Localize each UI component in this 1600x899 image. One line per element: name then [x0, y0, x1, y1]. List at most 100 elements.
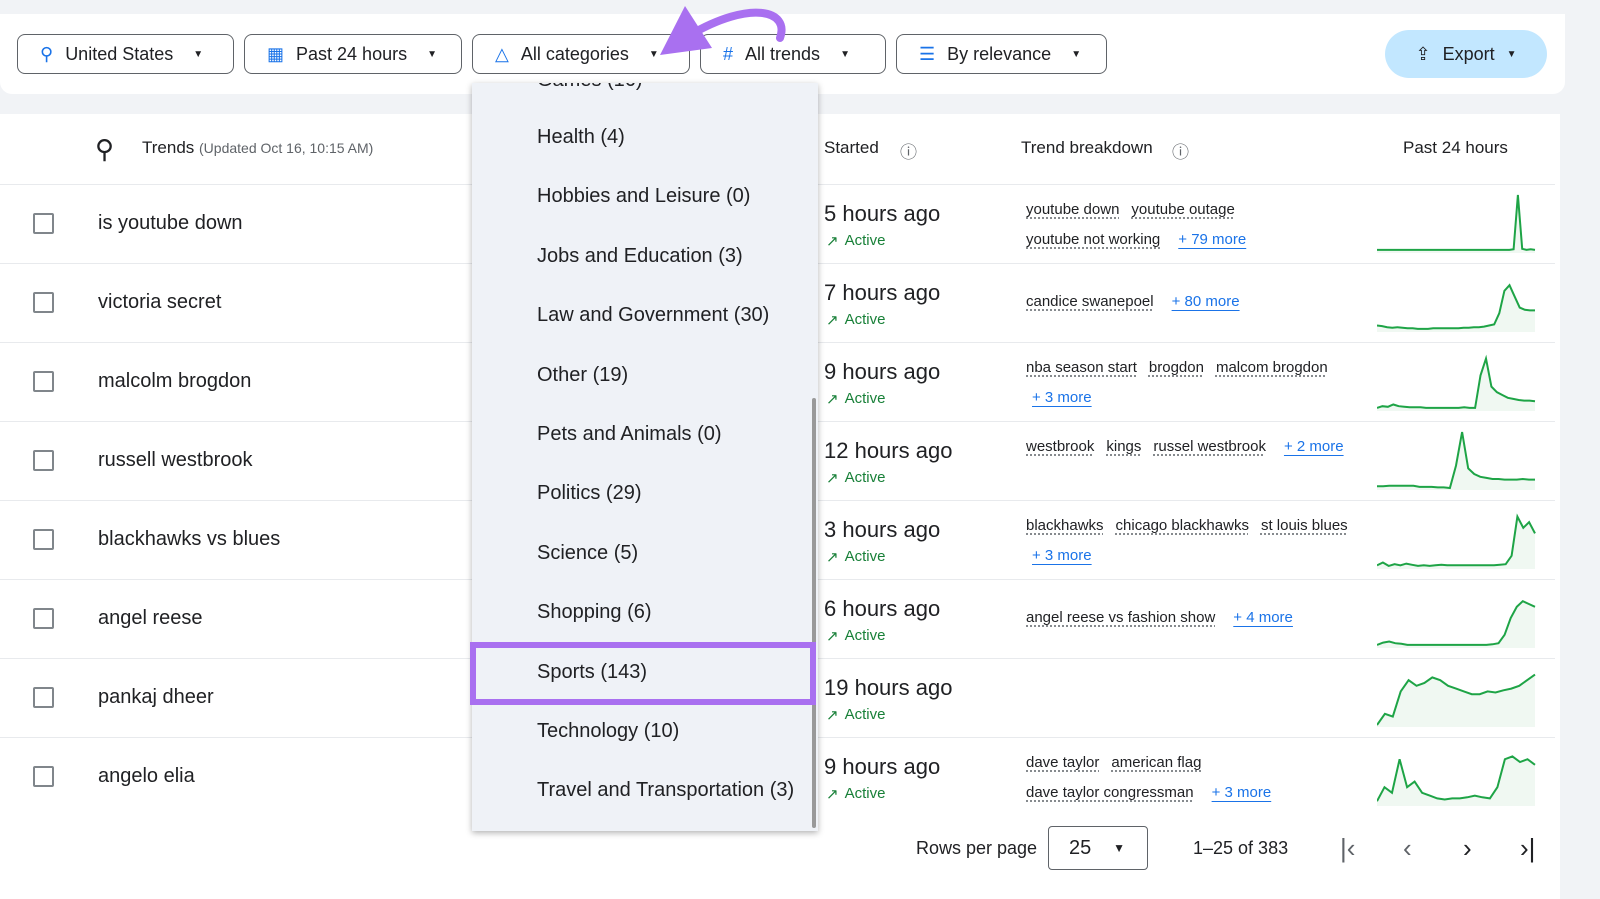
menu-item[interactable]: Law and Government (30) [537, 304, 769, 327]
first-page-icon[interactable]: |‹ [1340, 833, 1355, 864]
trend-name[interactable]: victoria secret [98, 291, 221, 314]
breakdown-chip[interactable]: blackhawks [1026, 511, 1104, 541]
breakdown-chip[interactable]: youtube not working [1026, 225, 1160, 255]
category-dropdown: Games (16) Health (4) Hobbies and Leisure… [472, 83, 818, 831]
breakdown-chip[interactable]: american flag [1111, 748, 1201, 778]
caret-down-icon: ▼ [1113, 841, 1125, 855]
breakdown-chip[interactable]: westbrook [1026, 432, 1094, 462]
menu-item[interactable]: Travel and Transportation (3) [537, 779, 794, 802]
scrollbar[interactable] [812, 398, 816, 828]
more-link[interactable]: + 80 more [1172, 287, 1240, 317]
trend-breakdown: angel reese vs fashion show + 4 more [1026, 603, 1366, 633]
menu-item[interactable]: Jobs and Education (3) [537, 245, 743, 268]
row-checkbox[interactable] [33, 766, 54, 787]
started-time: 7 hours ago [824, 280, 941, 305]
rows-per-page-label: Rows per page [916, 838, 1038, 858]
sort-filter[interactable]: ☰ By relevance ▼ [896, 34, 1107, 74]
trend-name[interactable]: pankaj dheer [98, 686, 214, 709]
sparkline [1377, 283, 1535, 332]
breakdown-chip[interactable]: dave taylor [1026, 748, 1099, 778]
more-link[interactable]: + 3 more [1212, 778, 1272, 808]
sparkline [1377, 513, 1536, 569]
menu-item[interactable]: Politics (29) [537, 482, 641, 505]
status-active: ↗ Active [826, 706, 886, 724]
row-checkbox[interactable] [33, 687, 54, 708]
caret-down-icon: ▼ [840, 48, 850, 60]
row-checkbox[interactable] [33, 450, 54, 471]
next-page-icon[interactable]: › [1463, 833, 1472, 864]
trend-breakdown: blackhawks chicago blackhawks st louis blu… [1026, 511, 1366, 571]
menu-item[interactable]: Science (5) [537, 542, 638, 565]
row-checkbox[interactable] [33, 529, 54, 550]
trend-name[interactable]: is youtube down [98, 212, 243, 235]
breakdown-chip[interactable]: kings [1106, 432, 1141, 462]
trending-up-icon: ↗ [826, 233, 839, 250]
col-started[interactable]: Started [824, 138, 879, 158]
trend-name[interactable]: angelo elia [98, 765, 195, 788]
trending-up-icon: ↗ [826, 786, 839, 803]
trend-name[interactable]: blackhawks vs blues [98, 528, 280, 551]
export-button[interactable]: ⇪ Export ▼ [1385, 30, 1547, 78]
trending-up-icon: ↗ [826, 707, 839, 724]
breakdown-chip[interactable]: st louis blues [1261, 511, 1348, 541]
breakdown-chip[interactable]: angel reese vs fashion show [1026, 603, 1215, 633]
more-link[interactable]: + 79 more [1178, 225, 1246, 255]
caret-down-icon: ▼ [1071, 48, 1082, 60]
started-time: 5 hours ago [824, 201, 941, 226]
menu-item[interactable]: Pets and Animals (0) [537, 423, 722, 446]
categories-icon: △ [495, 43, 509, 64]
row-checkbox[interactable] [33, 371, 54, 392]
search-icon[interactable]: ⚲ [95, 134, 114, 165]
time-filter[interactable]: ▦ Past 24 hours ▼ [244, 34, 462, 74]
status-active: ↗ Active [826, 469, 886, 487]
more-link[interactable]: + 2 more [1284, 432, 1344, 462]
trending-up-icon: ↗ [826, 549, 839, 566]
breakdown-chip[interactable]: malcom brogdon [1216, 353, 1328, 383]
last-page-icon[interactable]: ›| [1520, 833, 1535, 864]
info-icon[interactable]: ⓘ [1172, 138, 1189, 163]
rows-per-page-select[interactable]: 25 ▼ [1048, 826, 1148, 870]
sparkline [1377, 431, 1535, 490]
menu-item[interactable]: Technology (10) [537, 720, 679, 743]
breakdown-chip[interactable]: youtube outage [1131, 195, 1234, 225]
menu-item[interactable]: Hobbies and Leisure (0) [537, 185, 750, 208]
location-pin-icon: ⚲ [40, 43, 54, 64]
trend-name[interactable]: angel reese [98, 607, 203, 630]
sparkline-area [1377, 674, 1535, 727]
breakdown-chip[interactable]: nba season start [1026, 353, 1137, 383]
col-past-24-hours: Past 24 hours [1403, 138, 1508, 157]
menu-item[interactable]: Health (4) [537, 126, 625, 149]
caret-down-icon: ▼ [1506, 48, 1517, 60]
more-link[interactable]: + 3 more [1032, 383, 1092, 413]
menu-item[interactable]: Shopping (6) [537, 601, 652, 624]
info-icon[interactable]: ⓘ [900, 138, 917, 163]
breakdown-chip[interactable]: candice swanepoel [1026, 287, 1154, 317]
sparkline [1377, 673, 1536, 727]
trend-name[interactable]: malcolm brogdon [98, 370, 251, 393]
sort-icon: ☰ [919, 43, 936, 64]
row-checkbox[interactable] [33, 292, 54, 313]
calendar-icon: ▦ [267, 43, 285, 64]
location-filter[interactable]: ⚲ United States ▼ [17, 34, 234, 74]
breakdown-chip[interactable]: brogdon [1149, 353, 1204, 383]
row-checkbox[interactable] [33, 213, 54, 234]
started-time: 19 hours ago [824, 675, 953, 700]
trending-up-icon: ↗ [826, 312, 839, 329]
row-checkbox[interactable] [33, 608, 54, 629]
sparkline-line [1377, 194, 1536, 251]
caret-down-icon: ▼ [427, 48, 437, 60]
menu-item[interactable]: Games (16) [537, 83, 643, 92]
prev-page-icon[interactable]: ‹ [1403, 833, 1412, 864]
more-link[interactable]: + 3 more [1032, 541, 1092, 571]
menu-item[interactable]: Other (19) [537, 364, 628, 387]
trending-up-icon: ↗ [826, 391, 839, 408]
breakdown-chip[interactable]: russel westbrook [1153, 432, 1266, 462]
breakdown-chip[interactable]: youtube down [1026, 195, 1119, 225]
sparkline [1377, 194, 1536, 253]
breakdown-chip[interactable]: dave taylor congressman [1026, 778, 1194, 808]
breakdown-chip[interactable]: chicago blackhawks [1116, 511, 1249, 541]
more-link[interactable]: + 4 more [1233, 603, 1293, 633]
trend-name[interactable]: russell westbrook [98, 449, 253, 472]
status-active: ↗ Active [826, 311, 886, 329]
started-time: 3 hours ago [824, 517, 941, 542]
